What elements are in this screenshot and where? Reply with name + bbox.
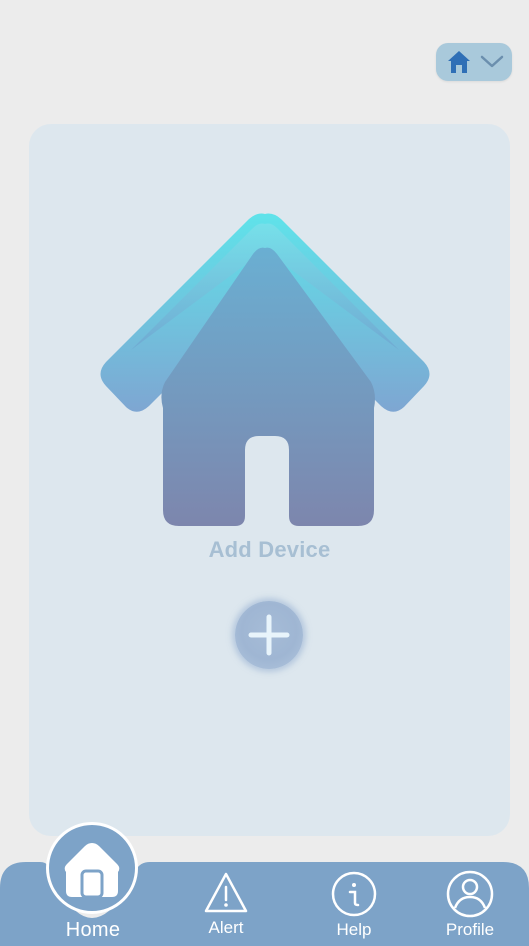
home-icon [445,48,473,76]
chevron-down-icon [479,54,505,70]
nav-profile-label: Profile [445,920,495,939]
house-icon [100,213,430,526]
nav-home-label: Home [65,919,121,941]
nav-help-button[interactable]: Help [309,870,399,940]
nav-alert-label: Alert [208,918,244,937]
home-icon [64,843,120,899]
nav-profile-button[interactable]: Profile [425,870,515,940]
plus-icon [248,614,290,656]
alert-triangle-icon [204,872,248,913]
app-screen: Add Device Home Alert Help Profile [0,0,529,946]
home-selector-dropdown[interactable] [436,43,512,81]
user-icon [446,870,494,918]
nav-alert-button[interactable]: Alert [181,870,271,938]
info-icon [331,871,377,917]
add-device-label: Add Device [208,537,331,562]
nav-home-button[interactable] [46,822,138,914]
add-device-button[interactable] [235,601,303,669]
bottom-nav: Home Alert Help Profile [0,822,529,946]
nav-help-label: Help [336,920,372,939]
device-card: Add Device [29,124,510,836]
